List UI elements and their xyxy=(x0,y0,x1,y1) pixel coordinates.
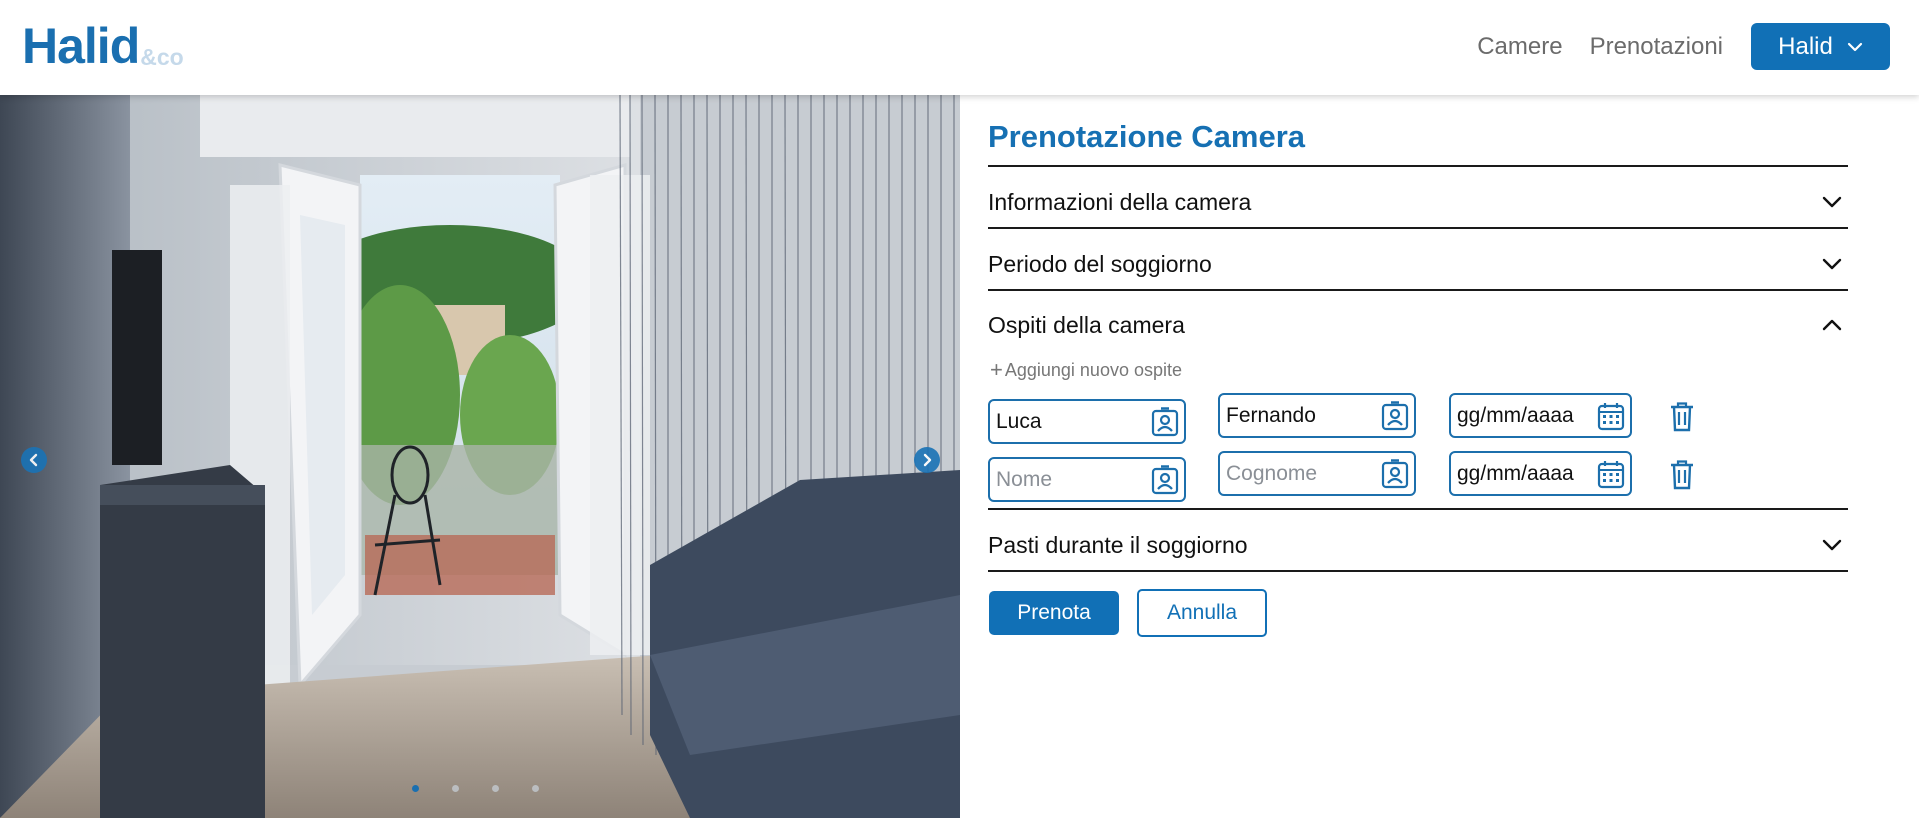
chevron-down-icon xyxy=(1847,42,1862,51)
divider xyxy=(988,289,1848,291)
cancel-button[interactable]: Annulla xyxy=(1137,589,1267,637)
add-guest-link[interactable]: + Aggiungi nuovo ospite xyxy=(990,357,1182,383)
add-guest-label: Aggiungi nuovo ospite xyxy=(1004,359,1182,380)
last-name-value: Fernando xyxy=(1226,403,1316,427)
accordion-title: Informazioni della camera xyxy=(988,188,1252,215)
user-menu-button[interactable]: Halid xyxy=(1751,23,1890,70)
first-name-field[interactable]: Luca xyxy=(988,399,1186,444)
carousel-next-button[interactable] xyxy=(914,447,940,473)
id-card-icon xyxy=(1148,405,1182,439)
id-card-icon xyxy=(1378,399,1412,433)
last-name-field[interactable]: Cognome xyxy=(1218,451,1416,496)
carousel-indicator[interactable] xyxy=(412,785,419,792)
chevron-right-icon xyxy=(923,453,932,467)
page-title: Prenotazione Camera xyxy=(988,119,1305,154)
birth-date-value: gg/mm/aaaa xyxy=(1457,461,1574,485)
user-name: Halid xyxy=(1778,32,1833,60)
birth-date-field[interactable]: gg/mm/aaaa xyxy=(1449,451,1632,496)
divider xyxy=(988,508,1848,510)
delete-guest-button[interactable] xyxy=(1667,457,1697,493)
accordion-title: Pasti durante il soggiorno xyxy=(988,531,1248,558)
chevron-down-icon xyxy=(1819,189,1845,215)
brand-name: Halid xyxy=(22,18,140,74)
nav-link-prenotazioni[interactable]: Prenotazioni xyxy=(1590,33,1723,61)
birth-date-field[interactable]: gg/mm/aaaa xyxy=(1449,393,1632,438)
carousel-indicator[interactable] xyxy=(492,785,499,792)
first-name-value: Luca xyxy=(996,409,1042,433)
calendar-icon xyxy=(1594,457,1628,491)
carousel-indicators xyxy=(412,785,572,792)
room-photo xyxy=(0,95,960,818)
nav-links: Camere Prenotazioni Halid xyxy=(1477,23,1890,70)
accordion-title: Periodo del soggiorno xyxy=(988,250,1212,277)
carousel-prev-button[interactable] xyxy=(21,447,47,473)
room-image-carousel xyxy=(0,95,960,818)
divider xyxy=(988,165,1848,167)
birth-date-value: gg/mm/aaaa xyxy=(1457,403,1574,427)
chevron-left-icon xyxy=(29,453,38,467)
divider xyxy=(988,570,1848,572)
top-navbar: Halid &co Camere Prenotazioni Halid xyxy=(0,0,1919,95)
accordion-meals[interactable]: Pasti durante il soggiorno xyxy=(988,525,1848,565)
calendar-icon xyxy=(1594,399,1628,433)
last-name-field[interactable]: Fernando xyxy=(1218,393,1416,438)
divider xyxy=(988,227,1848,229)
nav-link-camere[interactable]: Camere xyxy=(1477,33,1562,61)
chevron-down-icon xyxy=(1819,251,1845,277)
carousel-indicator[interactable] xyxy=(452,785,459,792)
trash-icon xyxy=(1671,402,1693,432)
carousel-indicator[interactable] xyxy=(532,785,539,792)
plus-icon: + xyxy=(990,357,1003,382)
accordion-room-info[interactable]: Informazioni della camera xyxy=(988,182,1848,222)
delete-guest-button[interactable] xyxy=(1667,399,1697,435)
last-name-placeholder: Cognome xyxy=(1226,461,1318,485)
id-card-icon xyxy=(1378,457,1412,491)
submit-booking-button[interactable]: Prenota xyxy=(989,591,1119,635)
brand-suffix: &co xyxy=(140,44,184,70)
first-name-field[interactable]: Nome xyxy=(988,457,1186,502)
trash-icon xyxy=(1671,460,1693,490)
id-card-icon xyxy=(1148,463,1182,497)
chevron-down-icon xyxy=(1819,532,1845,558)
accordion-stay-period[interactable]: Periodo del soggiorno xyxy=(988,244,1848,284)
chevron-up-icon xyxy=(1819,312,1845,338)
accordion-title: Ospiti della camera xyxy=(988,311,1185,338)
first-name-placeholder: Nome xyxy=(996,467,1053,491)
brand-logo[interactable]: Halid &co xyxy=(22,18,184,74)
accordion-guests[interactable]: Ospiti della camera xyxy=(988,305,1848,345)
